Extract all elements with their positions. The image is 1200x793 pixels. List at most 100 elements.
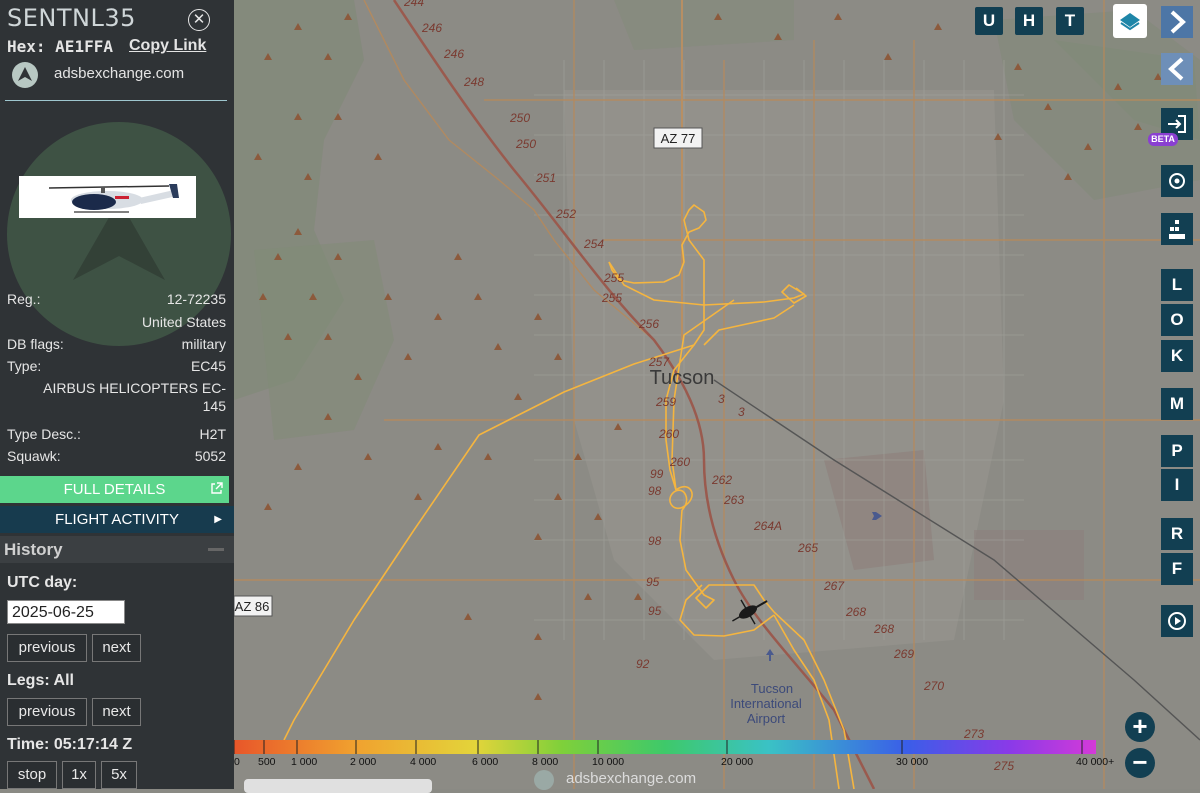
external-link-icon xyxy=(210,476,223,503)
reg-value: 12-72235 xyxy=(166,291,226,307)
utc-day-label: UTC day: xyxy=(7,574,78,591)
chart-icon xyxy=(1169,220,1185,239)
map-button-m[interactable]: M xyxy=(1161,388,1193,420)
prev-aircraft-button[interactable] xyxy=(1161,53,1193,85)
milepost-label: 98 xyxy=(648,534,662,548)
type-desc-value: H2T xyxy=(199,426,226,442)
map-button-f[interactable]: F xyxy=(1161,553,1193,585)
milepost-label: 250 xyxy=(515,137,536,151)
type-desc-label: Type Desc.: xyxy=(7,426,81,442)
speed-1x-button[interactable]: 1x xyxy=(62,761,96,789)
next-leg-button[interactable]: next xyxy=(92,698,141,726)
altitude-legend-label: 2 000 xyxy=(350,756,377,768)
altitude-legend-label: 500 xyxy=(258,756,276,768)
map-button-t[interactable]: T xyxy=(1056,7,1084,35)
collapse-icon[interactable] xyxy=(208,548,224,551)
milepost-label: 262 xyxy=(711,473,732,487)
map-button-r[interactable]: R xyxy=(1161,518,1193,550)
source-name: adsbexchange.com xyxy=(54,65,185,82)
milepost-label: 269 xyxy=(893,647,914,661)
adsbexchange-logo-icon xyxy=(12,62,38,88)
caret-right-icon: ▶ xyxy=(214,514,222,525)
milepost-label: 260 xyxy=(669,455,690,469)
scale-bar xyxy=(244,779,432,793)
altitude-legend-label: 6 000 xyxy=(472,756,499,768)
flight-activity-button[interactable]: FLIGHT ACTIVITY ▶ xyxy=(0,506,234,533)
watermark-logo-icon xyxy=(534,770,554,790)
city-label: Tucson xyxy=(650,367,715,389)
previous-day-button[interactable]: previous xyxy=(7,634,87,662)
replay-icon xyxy=(1168,612,1186,630)
map-button-k[interactable]: K xyxy=(1161,340,1193,372)
milepost-label: 98 xyxy=(648,484,662,498)
zoom-out-button[interactable]: − xyxy=(1125,748,1155,778)
altitude-legend-label: 40 000+ xyxy=(1076,756,1115,768)
milepost-label: 257 xyxy=(648,355,670,369)
map-canvas[interactable]: Tucson Tucson International Airport AZ 7… xyxy=(234,0,1200,789)
replay-button[interactable] xyxy=(1161,605,1193,637)
close-icon[interactable]: ✕ xyxy=(188,9,210,31)
background-logo xyxy=(7,122,231,346)
previous-leg-button[interactable]: previous xyxy=(7,698,87,726)
milepost-label: 250 xyxy=(509,111,530,125)
map-button-l[interactable]: L xyxy=(1161,269,1193,301)
map-button-h[interactable]: H xyxy=(1015,7,1043,35)
map-button-u[interactable]: U xyxy=(975,7,1003,35)
stop-button[interactable]: stop xyxy=(7,761,57,789)
altitude-legend-labels: 0 500 1 000 2 000 4 000 6 000 8 000 10 000 20 00… xyxy=(234,756,1114,770)
type-name-line2: 145 xyxy=(202,398,226,414)
map-button-i[interactable]: I xyxy=(1161,469,1193,501)
road-az77-label: AZ 77 xyxy=(661,131,696,146)
milepost-label: 255 xyxy=(603,271,624,285)
airport-label-line2: International xyxy=(730,696,802,711)
airport-label-line3: Airport xyxy=(747,711,786,726)
callsign: SENTNL35 xyxy=(7,4,136,32)
time-label: Time: 05:17:14 Z xyxy=(7,736,133,753)
milepost-label: 95 xyxy=(648,604,662,618)
layers-button[interactable] xyxy=(1113,4,1147,38)
next-aircraft-button[interactable] xyxy=(1161,6,1193,38)
milepost-label: 267 xyxy=(823,579,845,593)
settings-button[interactable] xyxy=(1161,165,1193,197)
copy-link[interactable]: Copy Link xyxy=(129,37,206,55)
speed-5x-button[interactable]: 5x xyxy=(101,761,137,789)
milepost-label: 251 xyxy=(535,171,556,185)
zoom-in-button[interactable]: + xyxy=(1125,712,1155,742)
reg-label: Reg.: xyxy=(7,291,41,307)
altitude-legend-label: 30 000 xyxy=(896,756,929,768)
milepost-label: 3 xyxy=(718,392,725,406)
milepost-label: 92 xyxy=(636,657,650,671)
db-flags-value: military xyxy=(181,336,226,352)
full-details-button[interactable]: FULL DETAILS xyxy=(0,476,229,503)
legs-label: Legs: All xyxy=(7,672,74,689)
altitude-legend-label: 10 000 xyxy=(592,756,625,768)
road-az86-label: AZ 86 xyxy=(235,599,270,614)
map-button-o[interactable]: O xyxy=(1161,304,1193,336)
aircraft-photo[interactable] xyxy=(19,176,196,218)
flight-activity-label: FLIGHT ACTIVITY xyxy=(55,511,179,528)
full-details-label: FULL DETAILS xyxy=(63,481,166,498)
map-view[interactable]: Tucson Tucson International Airport AZ 7… xyxy=(234,0,1200,789)
milepost-label: 259 xyxy=(655,395,676,409)
aircraft-list-button[interactable] xyxy=(1161,213,1193,245)
next-day-button[interactable]: next xyxy=(92,634,141,662)
date-input[interactable]: 2025-06-25 xyxy=(7,600,125,624)
db-flags-label: DB flags: xyxy=(7,336,64,352)
altitude-legend-label: 8 000 xyxy=(532,756,559,768)
milepost-label: 95 xyxy=(646,575,660,589)
milepost-label: 268 xyxy=(845,605,866,619)
type-value: EC45 xyxy=(190,358,226,374)
milepost-label: 255 xyxy=(601,291,622,305)
history-title: History xyxy=(4,540,63,559)
beta-badge: BETA xyxy=(1148,133,1178,146)
airport-label-line1: Tucson xyxy=(751,681,793,696)
hex-row: Hex: AE1FFA xyxy=(7,37,113,56)
map-button-p[interactable]: P xyxy=(1161,435,1193,467)
type-label: Type: xyxy=(7,358,42,374)
milepost-label: 246 xyxy=(443,47,464,61)
altitude-legend-label: 1 000 xyxy=(291,756,318,768)
squawk-value: 5052 xyxy=(194,448,226,464)
milepost-label: 268 xyxy=(873,622,894,636)
milepost-label: 99 xyxy=(650,467,664,481)
history-header[interactable]: History xyxy=(0,536,234,563)
